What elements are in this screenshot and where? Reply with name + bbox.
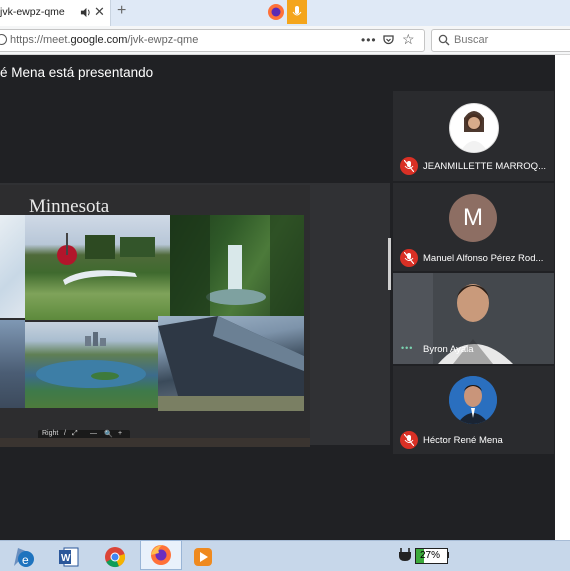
right-edge-panel [555,55,570,540]
scrollbar-handle[interactable] [388,238,391,290]
browser-tab[interactable]: jvk-ewpz-qme ✕ [0,0,111,26]
svg-text:W: W [61,553,71,564]
power-plug-icon[interactable] [398,547,412,563]
url-text[interactable]: https://meet.google.com/jvk-ewpz-qme [10,34,198,46]
bookmark-star-icon[interactable]: ☆ [402,31,415,48]
chrome-icon[interactable] [104,546,126,568]
search-input[interactable]: Buscar [454,34,488,46]
participant-tile-video[interactable]: ••• Byron Ayala [393,273,554,364]
participant-tile[interactable]: M Manuel Alfonso Pérez Rod... [393,183,554,271]
site-info-icon[interactable] [0,34,7,45]
edge-ie-icon[interactable]: e [12,546,36,568]
speaking-indicator-icon: ••• [401,343,414,353]
speaker-icon[interactable] [80,7,91,18]
toolbar-separator: / [64,430,66,437]
person-photo [449,376,497,424]
slide-photo-lake [25,322,158,408]
microphone-icon [292,6,302,16]
zoom-icon[interactable]: 🔍 [104,430,113,438]
media-player-icon[interactable] [192,546,214,568]
slide-photo-map [0,215,25,318]
url-bar[interactable]: https://meet.google.com/jvk-ewpz-qme •••… [0,29,425,52]
taskbar-active-app[interactable] [140,540,182,570]
avatar [449,103,499,153]
mic-off-icon [400,249,418,267]
participant-tile[interactable]: Héctor René Mena [393,366,554,454]
toolbar-label[interactable]: Right [42,430,58,437]
participant-name: Manuel Alfonso Pérez Rod... [423,253,544,264]
waterfall-image [170,215,304,318]
close-tab-icon[interactable]: ✕ [94,4,105,20]
taskbar [0,540,570,571]
avatar [449,376,497,424]
slide-photo-stadium [158,316,304,411]
presenting-banner: é Mena está presentando [0,65,154,80]
avatar: M [449,194,497,242]
fit-icon[interactable]: ⤢ [72,430,78,438]
battery-percent: 27% [420,550,441,561]
svg-text:e: e [22,553,29,567]
slide-photo-waterfall [170,215,304,318]
firefox-extension-icon[interactable] [266,2,286,22]
person-photo [460,111,488,152]
new-tab-button[interactable]: + [117,2,126,20]
slide-bottom-strip [0,438,310,447]
participant-tile[interactable]: JEANMILLETTE MARROQ... [393,91,554,181]
slide-photo-city [0,320,25,408]
avatar-initial: M [463,204,483,231]
word-icon[interactable]: W [58,546,80,568]
battery-indicator[interactable]: 27% [415,548,448,564]
mic-off-icon [400,431,418,449]
extension-button[interactable] [287,0,307,24]
battery-tip [447,552,449,558]
firefox-icon [151,545,171,565]
stadium-image [158,316,304,411]
search-icon [438,34,450,46]
lake-image [36,332,146,388]
slide-photo-sculpture [25,215,170,320]
participant-name: Héctor René Mena [423,435,503,446]
participant-name: Byron Ayala [423,344,474,355]
zoom-out-icon[interactable]: — [90,430,97,437]
search-box[interactable]: Buscar [431,29,570,52]
tab-title: jvk-ewpz-qme [0,6,65,18]
pocket-icon[interactable] [383,35,394,45]
participant-name: JEANMILLETTE MARROQ... [423,161,546,172]
zoom-in-icon[interactable]: + [118,430,122,437]
mic-off-icon [400,157,418,175]
spoon-cherry-image [57,233,155,285]
page-actions-icon[interactable]: ••• [361,33,377,47]
